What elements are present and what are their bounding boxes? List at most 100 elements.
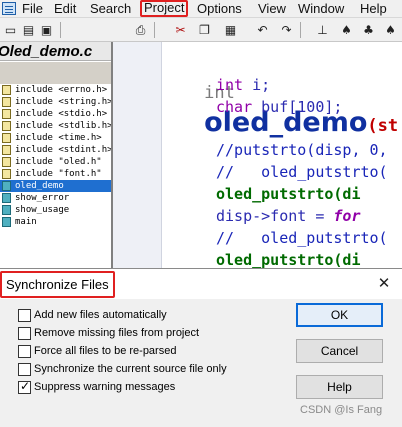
symbol-window-toolbar (0, 62, 111, 84)
code-comment: // oled_putstrto( (216, 163, 388, 181)
menu-window[interactable]: Window (296, 1, 346, 17)
include-icon (2, 85, 11, 95)
symbol-window-header: Oled_demo.c (0, 42, 111, 61)
menu-file[interactable]: File (20, 1, 45, 17)
include-icon (2, 121, 11, 131)
symbol-item-label: include <stdlib.h> (15, 121, 111, 131)
symbol-list: include <errno.h> include <string.h> inc… (0, 84, 111, 270)
symbol-item-label: include <errno.h> (15, 85, 108, 95)
code-line: char buf[100]; (216, 96, 342, 118)
menu-project[interactable]: Project (140, 0, 189, 17)
code-comment: // oled_putstrto( (216, 229, 388, 247)
symbol-item-label: oled_demo (15, 181, 64, 191)
remove-missing-files-checkbox[interactable] (18, 327, 31, 340)
code-gutter (113, 42, 162, 270)
code-type-keyword: char (216, 98, 253, 116)
code-line: disp->font = for (216, 205, 361, 227)
code-text: disp->font = (216, 207, 334, 225)
include-icon (2, 109, 11, 119)
symbol-item-label: include <time.h> (15, 133, 102, 143)
symbol-item-label: include "font.h" (15, 169, 102, 179)
jump-icon[interactable]: ⊥ (314, 22, 331, 38)
toolbar-separator (154, 22, 155, 38)
menu-bar: File Edit Search Project Options View Wi… (0, 0, 402, 18)
new-file-icon[interactable]: ▭ (2, 22, 19, 38)
symbol-item[interactable]: include <errno.h> (0, 84, 111, 96)
symbol-item[interactable]: show_error (0, 192, 111, 204)
dialog-title: Synchronize Files (0, 271, 115, 298)
redo-icon[interactable]: ↷ (278, 22, 295, 38)
function-icon (2, 181, 11, 191)
symbol-item[interactable]: include <time.h> (0, 132, 111, 144)
code-line: int i; (216, 74, 270, 96)
sync-current-file-checkbox[interactable] (18, 363, 31, 376)
menu-edit[interactable]: Edit (52, 1, 78, 17)
add-new-files-checkbox[interactable] (18, 309, 31, 322)
symbol-item-label: include <stdint.h> (15, 145, 111, 155)
print-icon[interactable]: ⎙ (132, 22, 149, 38)
undo-icon[interactable]: ↶ (254, 22, 271, 38)
code-text: buf[100]; (252, 98, 343, 116)
symbol-item[interactable]: include <stdint.h> (0, 144, 111, 156)
code-type-keyword: for (333, 207, 361, 225)
menu-options[interactable]: Options (195, 1, 244, 17)
code-call: oled_putstrto(di (216, 185, 361, 203)
save-icon[interactable]: ▣ (38, 22, 55, 38)
symbol-item-label: include <string.h> (15, 97, 111, 107)
app-logo-icon (2, 2, 16, 15)
function-icon (2, 205, 11, 215)
symbol-item[interactable]: include "oled.h" (0, 156, 111, 168)
include-icon (2, 157, 11, 167)
symbol-item-label: show_usage (15, 205, 70, 215)
include-icon (2, 169, 11, 179)
include-icon (2, 133, 11, 143)
suppress-warnings-checkbox[interactable] (18, 379, 31, 394)
cancel-button[interactable]: Cancel (296, 339, 383, 363)
option-label: Force all files to be re-parsed (34, 345, 177, 357)
option-label: Synchronize the current source file only (34, 363, 227, 375)
paste-icon[interactable]: ▦ (222, 22, 239, 38)
force-reparse-checkbox[interactable] (18, 345, 31, 358)
symbol-item-label: include "oled.h" (15, 157, 102, 167)
option-label: Suppress warning messages (34, 381, 176, 393)
option-label: Add new files automatically (34, 309, 167, 321)
toolbar: ▭ ▤ ▣ ⎙ ✂ ❐ ▦ ↶ ↷ ⊥ ♠ ♣ ♠ (0, 18, 402, 42)
menu-help[interactable]: Help (358, 1, 389, 17)
code-editor[interactable]: int oled_demo(st int i; char buf[100]; /… (113, 42, 402, 270)
symbol-item[interactable]: include <string.h> (0, 96, 111, 108)
symbol-item[interactable]: include <stdlib.h> (0, 120, 111, 132)
function-icon (2, 193, 11, 203)
toolbar-separator (300, 22, 301, 38)
menu-search[interactable]: Search (88, 1, 133, 17)
code-call: oled_putstrto(di (216, 251, 361, 269)
symbol-item[interactable]: main (0, 216, 111, 228)
code-text: i; (243, 76, 271, 94)
open-folder-icon[interactable]: ▤ (20, 22, 37, 38)
watermark: CSDN @Is Fang (300, 404, 383, 416)
copy-icon[interactable]: ❐ (196, 22, 213, 38)
code-type-keyword: int (216, 76, 244, 94)
function-icon (2, 217, 11, 227)
include-icon (2, 97, 11, 107)
menu-view[interactable]: View (256, 1, 288, 17)
signature-params: (st (367, 116, 399, 136)
code-comment: //putstrto(disp, 0, (216, 141, 388, 159)
symbol-window: Oled_demo.c include <errno.h> include <s… (0, 42, 113, 270)
ok-button[interactable]: OK (296, 303, 383, 327)
toolbar-separator (60, 22, 61, 38)
option-label: Remove missing files from project (34, 327, 200, 339)
include-icon (2, 145, 11, 155)
symbol-item[interactable]: show_usage (0, 204, 111, 216)
cut-icon[interactable]: ✂ (172, 22, 189, 38)
symbol-item[interactable]: include <stdio.h> (0, 108, 111, 120)
find-next-icon[interactable]: ♠ (382, 22, 399, 38)
find-prev-icon[interactable]: ♣ (360, 22, 377, 38)
find-icon[interactable]: ♠ (338, 22, 355, 38)
symbol-item-label: include <stdio.h> (15, 109, 108, 119)
dialog-titlebar[interactable]: Synchronize Files ✕ (0, 269, 402, 299)
close-icon[interactable]: ✕ (376, 275, 392, 291)
function-signature: int oled_demo(st (168, 48, 398, 138)
help-button[interactable]: Help (296, 375, 383, 399)
symbol-item[interactable]: include "font.h" (0, 168, 111, 180)
symbol-item-selected[interactable]: oled_demo (0, 180, 111, 192)
